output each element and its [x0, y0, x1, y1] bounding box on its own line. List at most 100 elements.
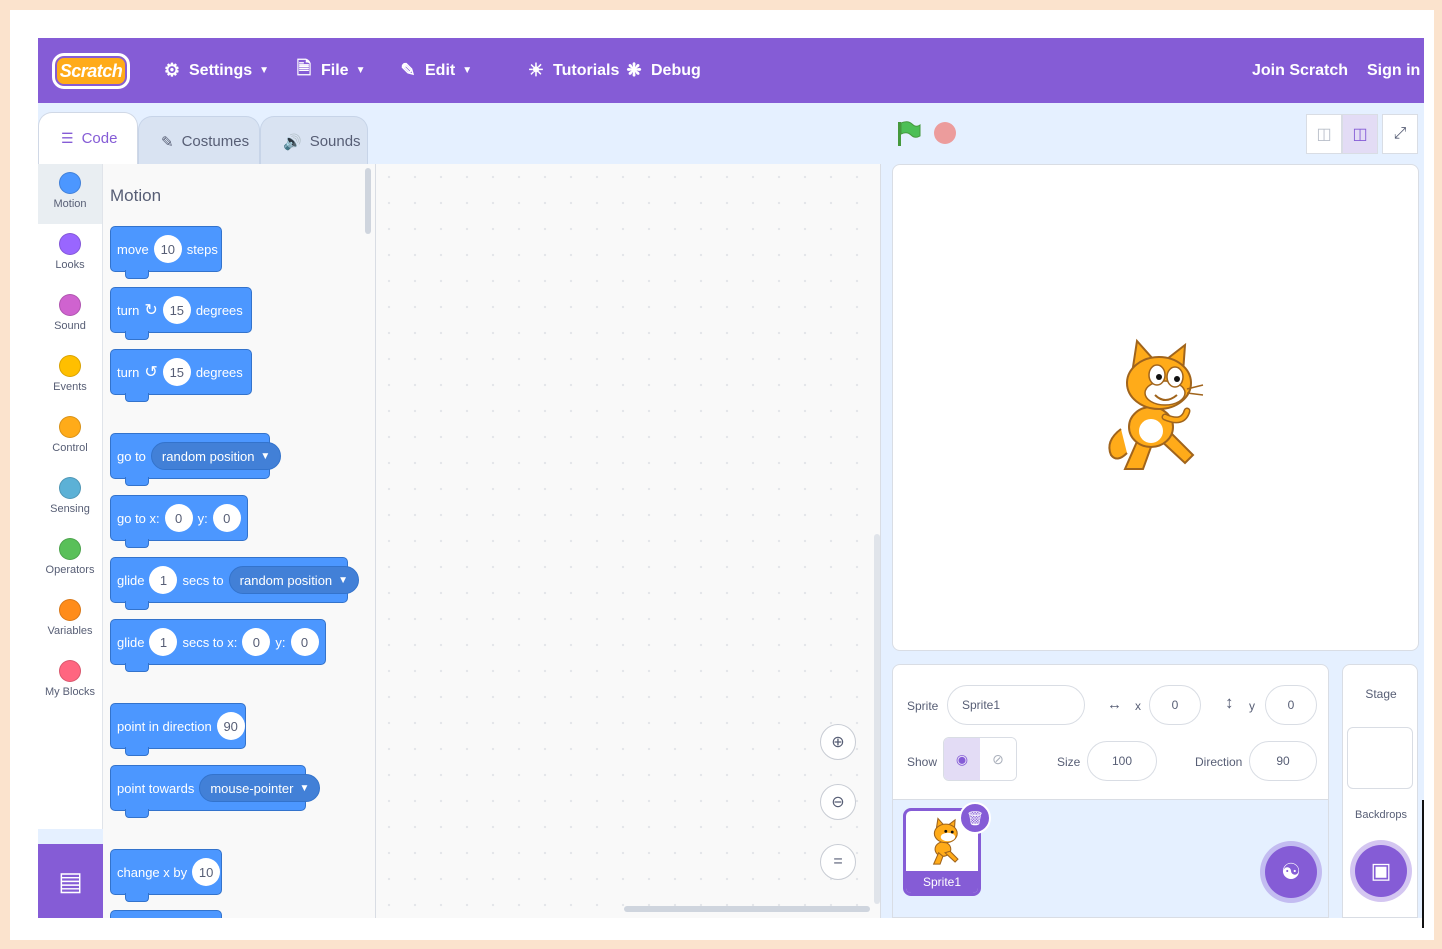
category-my-blocks[interactable]: My Blocks	[38, 652, 102, 712]
script-horizontal-scrollbar[interactable]	[624, 906, 870, 912]
my-blocks-dot-icon	[59, 660, 81, 682]
block-text: point towards	[117, 780, 195, 796]
tutorials-label: Tutorials	[553, 61, 620, 79]
eye-icon: ◉	[955, 750, 969, 767]
secs-input[interactable]: 1	[149, 566, 178, 594]
direction-input[interactable]: 90	[1249, 741, 1317, 781]
category-label: Control	[52, 442, 88, 454]
category-sound[interactable]: Sound	[38, 286, 102, 346]
x-input[interactable]: 0	[242, 628, 271, 656]
category-motion[interactable]: Motion	[38, 164, 102, 224]
glide-dropdown[interactable]: random position ▼	[228, 566, 360, 594]
degrees-input[interactable]: 15	[162, 358, 191, 386]
block-text: turn	[117, 302, 140, 318]
direction-input[interactable]: 90	[216, 712, 245, 740]
category-looks[interactable]: Looks	[38, 225, 102, 285]
show-hidden-button[interactable]: ⊘	[980, 738, 1016, 780]
block-text: y:	[275, 634, 286, 650]
y-position-input[interactable]: 0	[1265, 685, 1317, 725]
stage-title: Stage	[1365, 687, 1397, 701]
settings-menu[interactable]: ⚙ Settings ▼	[162, 38, 269, 103]
change-x-input[interactable]: 10	[192, 858, 221, 886]
stop-sign-icon[interactable]	[934, 122, 956, 144]
secs-input[interactable]: 1	[149, 628, 178, 656]
block-text: degrees	[195, 364, 243, 380]
block-turn-left[interactable]: turn ↺ 15 degrees	[110, 349, 252, 402]
sign-in-link[interactable]: Sign in	[1367, 38, 1420, 103]
y-input[interactable]: 0	[290, 628, 319, 656]
category-control[interactable]: Control	[38, 408, 102, 468]
reset-zoom-icon: =	[833, 853, 843, 870]
size-input[interactable]: 100	[1087, 741, 1157, 781]
script-area[interactable]: ⊕ ⊖ =	[376, 164, 881, 918]
block-go-to-xy[interactable]: go to x: 0 y: 0	[110, 495, 248, 548]
block-go-to[interactable]: go to random position ▼	[110, 433, 282, 486]
delete-sprite-button[interactable]: 🗑	[959, 802, 991, 834]
x-position-input[interactable]: 0	[1149, 685, 1201, 725]
sprite-info-pane: Sprite Sprite1 ↔ x 0 ↕ y 0 Show ◉ ⊘ Size…	[892, 664, 1329, 918]
stage-canvas[interactable]	[892, 164, 1419, 651]
category-label: Events	[53, 381, 87, 393]
steps-input[interactable]: 10	[153, 235, 182, 263]
sprite-info: Sprite Sprite1 ↔ x 0 ↕ y 0 Show ◉ ⊘ Size…	[892, 664, 1329, 800]
block-point-in-direction[interactable]: point in direction 90	[110, 703, 246, 756]
category-variables[interactable]: Variables	[38, 591, 102, 651]
block-move-steps[interactable]: move 10 steps	[110, 226, 222, 279]
tutorials-button[interactable]: ☀ Tutorials	[526, 38, 619, 103]
fullscreen-button[interactable]: ⤢	[1382, 114, 1418, 154]
stage-target-pane[interactable]: Stage Backdrops ▣	[1342, 664, 1418, 918]
palette-scrollbar[interactable]	[365, 168, 371, 234]
block-glide-to[interactable]: glide 1 secs to random position ▼	[110, 557, 360, 610]
debug-button[interactable]: ❋ Debug	[624, 38, 700, 103]
zoom-reset-button[interactable]: =	[820, 844, 856, 880]
scratch-logo[interactable]: Scratch	[52, 53, 130, 89]
category-label: My Blocks	[44, 686, 96, 698]
category-events[interactable]: Events	[38, 347, 102, 407]
control-dot-icon	[59, 416, 81, 438]
tab-costumes[interactable]: ✎ Costumes	[138, 116, 260, 166]
category-sensing[interactable]: Sensing	[38, 469, 102, 529]
green-flag-icon[interactable]	[896, 120, 922, 148]
events-dot-icon	[59, 355, 81, 377]
join-scratch-link[interactable]: Join Scratch	[1252, 38, 1348, 103]
normal-stage-button[interactable]: ◫	[1342, 114, 1378, 154]
tab-code[interactable]: ☰ Code	[38, 112, 138, 164]
size-label: Size	[1057, 755, 1081, 769]
category-operators[interactable]: Operators	[38, 530, 102, 590]
goto-dropdown[interactable]: random position ▼	[150, 442, 282, 470]
sprite-label: Sprite	[907, 699, 939, 713]
extension-icon: ▤	[58, 865, 83, 896]
category-label: Variables	[47, 625, 93, 637]
file-menu[interactable]: 🗎 File ▼	[294, 38, 366, 103]
block-turn-right[interactable]: turn ↻ 15 degrees	[110, 287, 252, 340]
edge-line	[1422, 800, 1424, 928]
show-visible-button[interactable]: ◉	[944, 738, 980, 780]
rotate-left-icon: ↺	[144, 364, 158, 381]
block-glide-to-xy[interactable]: glide 1 secs to x: 0 y: 0	[110, 619, 326, 672]
small-stage-button[interactable]: ◫	[1306, 114, 1342, 154]
add-extension-button[interactable]: ▤	[38, 844, 103, 918]
chevron-down-icon: ▼	[462, 65, 473, 76]
trash-icon: 🗑	[966, 809, 984, 826]
cat-add-icon: ☯	[1281, 859, 1301, 884]
edit-menu[interactable]: ✎ Edit ▼	[398, 38, 472, 103]
zoom-in-button[interactable]: ⊕	[820, 724, 856, 760]
cat-sprite[interactable]	[1099, 337, 1209, 477]
backdrops-label: Backdrops	[1355, 809, 1407, 821]
block-partial-next[interactable]	[110, 910, 222, 918]
degrees-input[interactable]: 15	[162, 296, 191, 324]
block-change-x[interactable]: change x by 10	[110, 849, 222, 902]
choose-backdrop-button[interactable]: ▣	[1355, 845, 1407, 897]
category-label: Operators	[45, 564, 95, 576]
tab-sounds[interactable]: 🔊 Sounds	[260, 116, 368, 166]
block-point-towards[interactable]: point towards mouse-pointer ▼	[110, 765, 321, 818]
zoom-out-button[interactable]: ⊖	[820, 784, 856, 820]
sprite-name-input[interactable]: Sprite1	[947, 685, 1085, 725]
choose-sprite-button[interactable]: ☯	[1265, 846, 1317, 898]
chevron-down-icon: ▼	[355, 65, 366, 76]
script-vertical-scrollbar[interactable]	[874, 534, 880, 904]
y-input[interactable]: 0	[212, 504, 241, 532]
towards-dropdown[interactable]: mouse-pointer ▼	[199, 774, 321, 802]
stage-thumbnail[interactable]	[1347, 727, 1413, 789]
x-input[interactable]: 0	[164, 504, 193, 532]
